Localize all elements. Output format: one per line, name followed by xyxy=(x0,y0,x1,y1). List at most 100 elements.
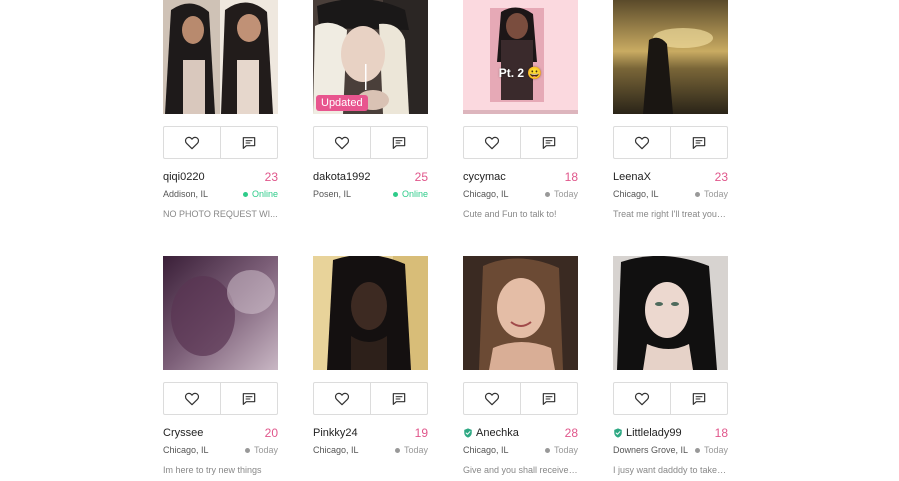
age: 25 xyxy=(414,170,428,184)
username[interactable]: Pinkky24 xyxy=(313,427,358,439)
like-button[interactable] xyxy=(164,383,220,414)
name-row: dakota1992 25 xyxy=(313,170,428,186)
profile-photo-image xyxy=(463,256,578,370)
message-button[interactable] xyxy=(370,383,427,414)
status-badge: Today xyxy=(544,445,578,455)
name-row: cycymac 18 xyxy=(463,170,578,186)
bio-snippet: Cute and Fun to talk to! xyxy=(463,209,557,219)
like-button[interactable] xyxy=(314,127,370,158)
card-actions xyxy=(313,126,428,159)
profile-photo[interactable]: Pt. 2 😀 xyxy=(463,0,578,114)
bio-snippet: Im here to try new things xyxy=(163,465,262,475)
profile-photo[interactable] xyxy=(613,0,728,114)
profile-photo[interactable] xyxy=(313,256,428,370)
username[interactable]: qiqi0220 xyxy=(163,171,205,183)
status-dot xyxy=(694,447,700,453)
location: Downers Grove, IL xyxy=(613,445,689,455)
like-button[interactable] xyxy=(614,383,670,414)
like-button[interactable] xyxy=(464,127,520,158)
message-button[interactable] xyxy=(670,127,727,158)
message-button[interactable] xyxy=(370,127,427,158)
name-row: Pinkky24 19 xyxy=(313,426,428,442)
username[interactable]: Anechka xyxy=(463,427,519,439)
status-dot xyxy=(544,191,550,197)
message-icon xyxy=(542,136,556,149)
heart-icon xyxy=(184,392,200,405)
profile-photo[interactable] xyxy=(163,0,278,114)
username[interactable]: Littlelady99 xyxy=(613,427,682,439)
like-button[interactable] xyxy=(314,383,370,414)
profile-photo-image xyxy=(163,0,278,114)
location-row: Chicago, IL Today xyxy=(313,445,428,457)
heart-icon xyxy=(184,136,200,149)
like-button[interactable] xyxy=(614,127,670,158)
status-dot xyxy=(392,191,398,197)
card-actions xyxy=(463,382,578,415)
message-button[interactable] xyxy=(670,383,727,414)
profile-photo[interactable]: Updated xyxy=(313,0,428,114)
status-dot xyxy=(694,191,700,197)
name-row: LeenaX 23 xyxy=(613,170,728,186)
status-badge: Online xyxy=(392,189,428,199)
profile-photo[interactable] xyxy=(613,256,728,370)
message-icon xyxy=(392,392,406,405)
age: 23 xyxy=(264,170,278,184)
location-row: Addison, IL Online xyxy=(163,189,278,201)
like-button[interactable] xyxy=(164,127,220,158)
heart-icon xyxy=(334,392,350,405)
name-row: Cryssee 20 xyxy=(163,426,278,442)
location-row: Chicago, IL Today xyxy=(463,445,578,457)
profile-photo-image xyxy=(313,256,428,370)
bio-snippet: NO PHOTO REQUEST WI... xyxy=(163,209,278,219)
card-actions xyxy=(163,126,278,159)
profile-photo[interactable] xyxy=(163,256,278,370)
heart-icon xyxy=(484,136,500,149)
age: 23 xyxy=(714,170,728,184)
verified-shield-icon xyxy=(614,428,622,438)
like-button[interactable] xyxy=(464,383,520,414)
age: 20 xyxy=(264,426,278,440)
location-row: Downers Grove, IL Today xyxy=(613,445,728,457)
status-badge: Today xyxy=(694,189,728,199)
message-icon xyxy=(692,136,706,149)
username[interactable]: LeenaX xyxy=(613,171,651,183)
name-row: Littlelady99 18 xyxy=(613,426,728,442)
message-button[interactable] xyxy=(220,127,277,158)
name-row: Anechka 28 xyxy=(463,426,578,442)
status-badge: Today xyxy=(544,189,578,199)
status-dot xyxy=(544,447,550,453)
photo-caption: Pt. 2 😀 xyxy=(498,66,543,80)
location: Chicago, IL xyxy=(463,445,509,455)
username[interactable]: Cryssee xyxy=(163,427,203,439)
status-badge: Today xyxy=(394,445,428,455)
status-dot xyxy=(394,447,400,453)
card-actions xyxy=(613,382,728,415)
card-actions xyxy=(463,126,578,159)
username[interactable]: dakota1992 xyxy=(313,171,371,183)
message-button[interactable] xyxy=(520,127,577,158)
card-actions xyxy=(613,126,728,159)
location: Addison, IL xyxy=(163,189,209,199)
message-button[interactable] xyxy=(520,383,577,414)
message-icon xyxy=(242,392,256,405)
message-icon xyxy=(692,392,706,405)
name-row: qiqi0220 23 xyxy=(163,170,278,186)
location: Chicago, IL xyxy=(463,189,509,199)
age: 19 xyxy=(414,426,428,440)
message-button[interactable] xyxy=(220,383,277,414)
card-actions xyxy=(163,382,278,415)
updated-badge: Updated xyxy=(316,95,368,111)
location: Chicago, IL xyxy=(613,189,659,199)
age: 18 xyxy=(714,426,728,440)
heart-icon xyxy=(634,392,650,405)
age: 18 xyxy=(564,170,578,184)
location-row: Posen, IL Online xyxy=(313,189,428,201)
location-row: Chicago, IL Today xyxy=(163,445,278,457)
message-icon xyxy=(392,136,406,149)
location: Chicago, IL xyxy=(313,445,359,455)
message-icon xyxy=(542,392,556,405)
status-badge: Today xyxy=(244,445,278,455)
profile-photo[interactable] xyxy=(463,256,578,370)
heart-icon xyxy=(334,136,350,149)
username[interactable]: cycymac xyxy=(463,171,506,183)
